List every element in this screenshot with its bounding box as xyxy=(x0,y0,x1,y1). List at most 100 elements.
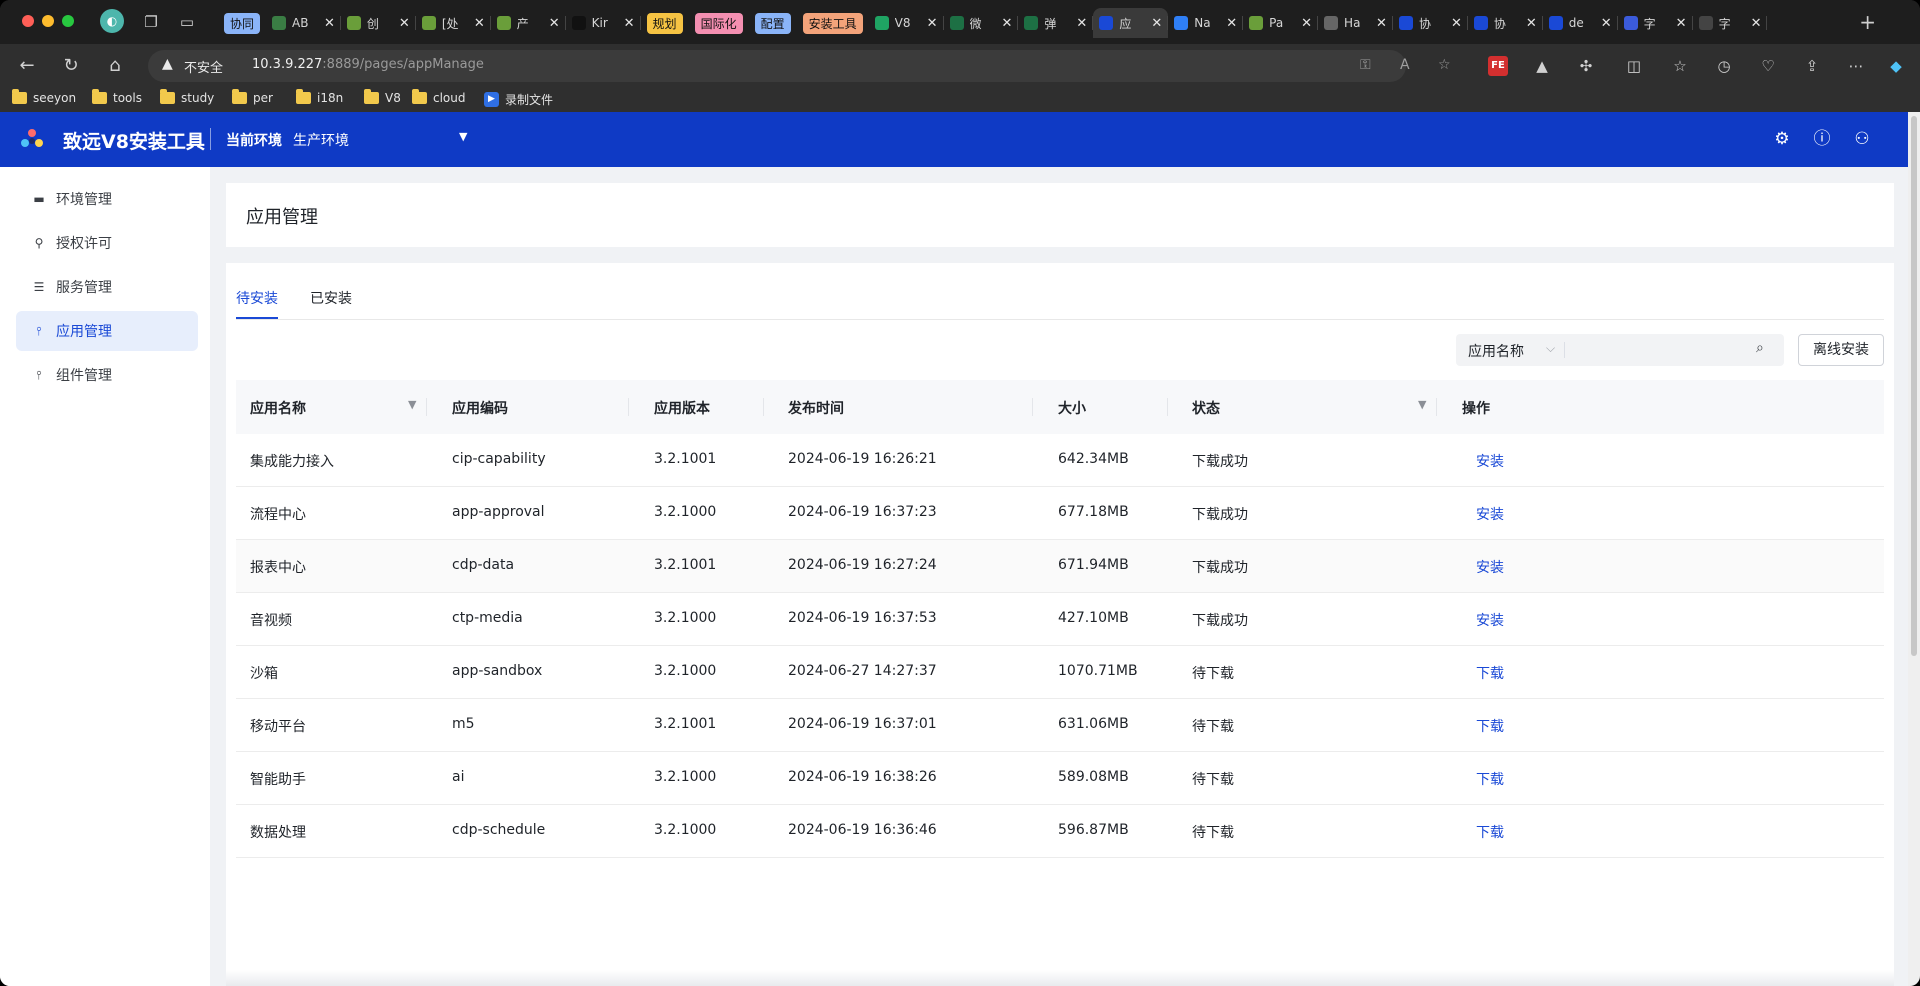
close-tab-icon[interactable]: ✕ xyxy=(399,16,410,31)
split-screen-icon[interactable]: ◫ xyxy=(1624,56,1644,76)
tab-group-label[interactable]: 协同 xyxy=(218,8,266,38)
browser-tab[interactable]: 协 ✕ xyxy=(1468,8,1543,38)
close-tab-icon[interactable]: ✕ xyxy=(927,16,938,31)
settings-gear-icon[interactable]: ⚙ xyxy=(1771,128,1793,150)
browser-tab[interactable]: 创 ✕ xyxy=(341,8,416,38)
environment-select[interactable]: 生产环境 xyxy=(293,130,349,150)
close-tab-icon[interactable]: ✕ xyxy=(549,16,560,31)
profile-avatar[interactable]: ◐ xyxy=(100,9,124,33)
close-window-button[interactable] xyxy=(22,15,34,27)
sidebar-item[interactable]: ☰ 服务管理 xyxy=(16,267,198,307)
key-icon[interactable]: ⚿ xyxy=(1360,57,1371,73)
tab-group-label[interactable]: 安装工具 xyxy=(797,8,869,38)
browser-tab[interactable]: Na ✕ xyxy=(1168,8,1244,38)
tab-installed[interactable]: 已安装 xyxy=(310,288,352,308)
scrollbar-thumb[interactable] xyxy=(1911,116,1917,656)
download-link[interactable]: 下载 xyxy=(1476,769,1504,789)
browser-tab[interactable]: 字 ✕ xyxy=(1693,8,1768,38)
browser-tab[interactable]: 应 ✕ xyxy=(1093,8,1169,38)
search-field-select[interactable]: 应用名称 xyxy=(1468,341,1524,361)
close-tab-icon[interactable]: ✕ xyxy=(1526,16,1537,31)
tab-group-label[interactable]: 配置 xyxy=(749,8,797,38)
new-tab-button[interactable]: + xyxy=(1859,12,1876,32)
share-icon[interactable]: ⇪ xyxy=(1802,56,1822,76)
fe-extension-icon[interactable]: FE xyxy=(1488,56,1508,76)
install-link[interactable]: 安装 xyxy=(1476,557,1504,577)
search-input[interactable] xyxy=(1568,336,1748,364)
install-link[interactable]: 安装 xyxy=(1476,451,1504,471)
browser-tab[interactable]: 字 ✕ xyxy=(1618,8,1693,38)
browser-tab[interactable]: 协 ✕ xyxy=(1393,8,1468,38)
tab-group-label[interactable]: 规划 xyxy=(641,8,689,38)
close-tab-icon[interactable]: ✕ xyxy=(1002,16,1013,31)
home-icon[interactable]: ⌂ xyxy=(104,55,126,77)
bookmark-folder[interactable]: V8 xyxy=(364,89,401,105)
close-tab-icon[interactable]: ✕ xyxy=(1151,16,1162,31)
search-icon[interactable]: ⌕ xyxy=(1756,340,1764,356)
close-tab-icon[interactable]: ✕ xyxy=(1751,16,1762,31)
sidebar-item[interactable]: ⚲ 授权许可 xyxy=(16,223,198,263)
browser-essentials-icon[interactable]: ♡ xyxy=(1758,56,1778,76)
workspaces-icon[interactable]: ❐ xyxy=(140,11,162,33)
minimize-window-button[interactable] xyxy=(42,15,54,27)
tab-actions-icon[interactable]: ▭ xyxy=(176,11,198,33)
info-icon[interactable]: ⓘ xyxy=(1811,128,1833,150)
close-tab-icon[interactable]: ✕ xyxy=(1226,16,1237,31)
address-bar[interactable]: ▲ 不安全 10.3.9.227:8889/pages/appManage ⚿ … xyxy=(148,50,1451,82)
more-menu-icon[interactable]: ⋯ xyxy=(1846,56,1866,76)
browser-tab[interactable]: Kir ✕ xyxy=(566,8,641,38)
sidebar-item[interactable]: ▬ 环境管理 xyxy=(16,179,198,219)
back-icon[interactable]: ← xyxy=(16,55,38,77)
maximize-window-button[interactable] xyxy=(62,15,74,27)
sidebar-item[interactable]: ⫯ 组件管理 xyxy=(16,355,198,395)
offline-install-button[interactable]: 离线安装 xyxy=(1798,334,1884,366)
user-icon[interactable]: ⚇ xyxy=(1851,128,1873,150)
browser-tab[interactable]: V8 ✕ xyxy=(869,8,944,38)
close-tab-icon[interactable]: ✕ xyxy=(324,16,335,31)
browser-tab[interactable]: 产 ✕ xyxy=(491,8,566,38)
browser-tab[interactable]: Ha ✕ xyxy=(1318,8,1393,38)
browser-tab[interactable]: [处 ✕ xyxy=(416,8,491,38)
chevron-down-icon[interactable]: ⌵ xyxy=(1546,341,1555,356)
triangle-extension-icon[interactable]: ▲ xyxy=(1532,56,1552,76)
bookmark-link[interactable]: ▶ 录制文件 xyxy=(484,91,553,108)
extensions-icon[interactable]: ✣ xyxy=(1576,56,1596,76)
bookmark-folder[interactable]: seeyon xyxy=(12,89,76,105)
filter-icon[interactable]: ▼ xyxy=(408,398,416,411)
bookmark-folder[interactable]: study xyxy=(160,89,214,105)
bookmark-folder[interactable]: tools xyxy=(92,89,142,105)
history-icon[interactable]: ◷ xyxy=(1714,56,1734,76)
bookmark-folder[interactable]: i18n xyxy=(296,89,343,105)
install-link[interactable]: 安装 xyxy=(1476,504,1504,524)
download-link[interactable]: 下载 xyxy=(1476,716,1504,736)
close-tab-icon[interactable]: ✕ xyxy=(1301,16,1312,31)
close-tab-icon[interactable]: ✕ xyxy=(1376,16,1387,31)
caret-down-icon[interactable]: ▼ xyxy=(459,130,467,143)
close-tab-icon[interactable]: ✕ xyxy=(1676,16,1687,31)
sidebar-item[interactable]: ⫯ 应用管理 xyxy=(16,311,198,351)
browser-tab[interactable]: de ✕ xyxy=(1543,8,1618,38)
reload-icon[interactable]: ↻ xyxy=(60,55,82,77)
bookmark-folder[interactable]: per xyxy=(232,89,273,105)
filter-icon[interactable]: ▼ xyxy=(1418,398,1426,411)
close-tab-icon[interactable]: ✕ xyxy=(1451,16,1462,31)
read-aloud-icon[interactable]: A xyxy=(1400,57,1410,73)
tab-group-label[interactable]: 国际化 xyxy=(689,8,749,38)
favorite-star-icon[interactable]: ☆ xyxy=(1438,57,1451,73)
bookmark-folder[interactable]: cloud xyxy=(412,89,466,105)
close-tab-icon[interactable]: ✕ xyxy=(474,16,485,31)
browser-tab[interactable]: 弹 ✕ xyxy=(1018,8,1094,38)
close-tab-icon[interactable]: ✕ xyxy=(1076,16,1087,31)
close-tab-icon[interactable]: ✕ xyxy=(1601,16,1612,31)
install-link[interactable]: 安装 xyxy=(1476,610,1504,630)
favorites-icon[interactable]: ☆ xyxy=(1670,56,1690,76)
browser-tab[interactable]: AB ✕ xyxy=(266,8,341,38)
download-link[interactable]: 下载 xyxy=(1476,663,1504,683)
close-tab-icon[interactable]: ✕ xyxy=(624,16,635,31)
copilot-icon[interactable]: ◆ xyxy=(1886,56,1906,76)
download-link[interactable]: 下载 xyxy=(1476,822,1504,842)
tab-pending-install[interactable]: 待安装 xyxy=(236,288,278,308)
page-scrollbar[interactable] xyxy=(1908,112,1920,986)
browser-tab[interactable]: Pa ✕ xyxy=(1243,8,1318,38)
browser-tab[interactable]: 微 ✕ xyxy=(944,8,1019,38)
